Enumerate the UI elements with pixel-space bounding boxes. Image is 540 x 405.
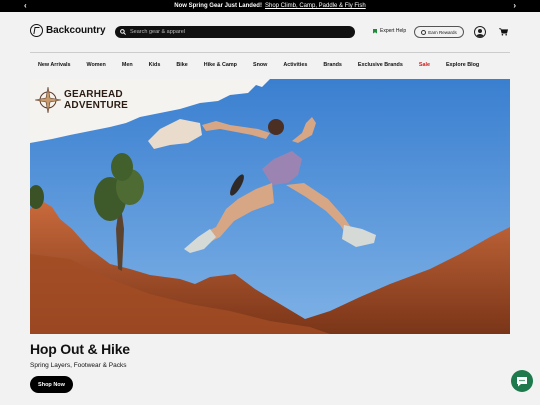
cart-icon[interactable] (499, 28, 508, 36)
nav-bike[interactable]: Bike (176, 62, 187, 68)
nav-hike-camp[interactable]: Hike & Camp (204, 62, 237, 68)
header-divider (30, 52, 510, 53)
promo-link[interactable]: Shop Climb, Camp, Paddle & Fly Fish (265, 3, 366, 9)
gearhead-adventure-badge: GEARHEAD ADVENTURE (35, 87, 128, 113)
hero-subtitle: Spring Layers, Footwear & Packs (30, 362, 127, 369)
chevron-left-icon[interactable]: ‹ (24, 1, 27, 11)
nav-men[interactable]: Men (122, 62, 133, 68)
nav-snow[interactable]: Snow (253, 62, 267, 68)
nav-exclusive-brands[interactable]: Exclusive Brands (358, 62, 403, 68)
nav-new-arrivals[interactable]: New Arrivals (38, 62, 70, 68)
search-bar[interactable] (115, 26, 355, 38)
main-nav: New Arrivals Women Men Kids Bike Hike & … (30, 57, 510, 73)
nav-brands[interactable]: Brands (323, 62, 342, 68)
chevron-right-icon[interactable]: › (513, 1, 516, 11)
chat-icon (517, 376, 527, 386)
badge-line-1: GEARHEAD (64, 89, 123, 100)
promo-banner: ‹ Now Spring Gear Just Landed! Shop Clim… (0, 0, 540, 12)
hero-title: Hop Out & Hike (30, 341, 130, 357)
nav-kids[interactable]: Kids (149, 62, 161, 68)
bookmark-icon (373, 28, 377, 34)
hero-caption: Hop Out & Hike Spring Layers, Footwear &… (30, 341, 130, 369)
promo-text: Now Spring Gear Just Landed! (174, 3, 262, 9)
logo-text: Backcountry (46, 25, 106, 36)
search-input[interactable] (130, 29, 330, 35)
rewards-icon (421, 29, 427, 35)
nav-women[interactable]: Women (86, 62, 105, 68)
hero-banner[interactable]: GEARHEAD ADVENTURE (30, 79, 510, 334)
chat-button[interactable] (511, 370, 533, 392)
nav-sale[interactable]: Sale (419, 62, 430, 68)
earn-rewards-button[interactable]: Earn Rewards (414, 26, 464, 38)
expert-help-label: Expert Help (380, 28, 407, 34)
hero-image (30, 79, 510, 334)
account-icon[interactable] (474, 26, 486, 38)
logo[interactable]: Backcountry (30, 24, 106, 37)
nav-activities[interactable]: Activities (283, 62, 307, 68)
nav-explore-blog[interactable]: Explore Blog (446, 62, 479, 68)
expert-help-link[interactable]: Expert Help (373, 28, 406, 34)
earn-rewards-label: Earn Rewards (428, 29, 457, 35)
shop-now-button[interactable]: Shop Now (30, 376, 73, 393)
search-icon (120, 29, 126, 35)
compass-icon (35, 87, 61, 113)
badge-line-2: ADVENTURE (64, 100, 129, 111)
site-header: Backcountry Expert Help Earn Rewards (0, 12, 540, 52)
logo-mark-icon (30, 24, 43, 37)
